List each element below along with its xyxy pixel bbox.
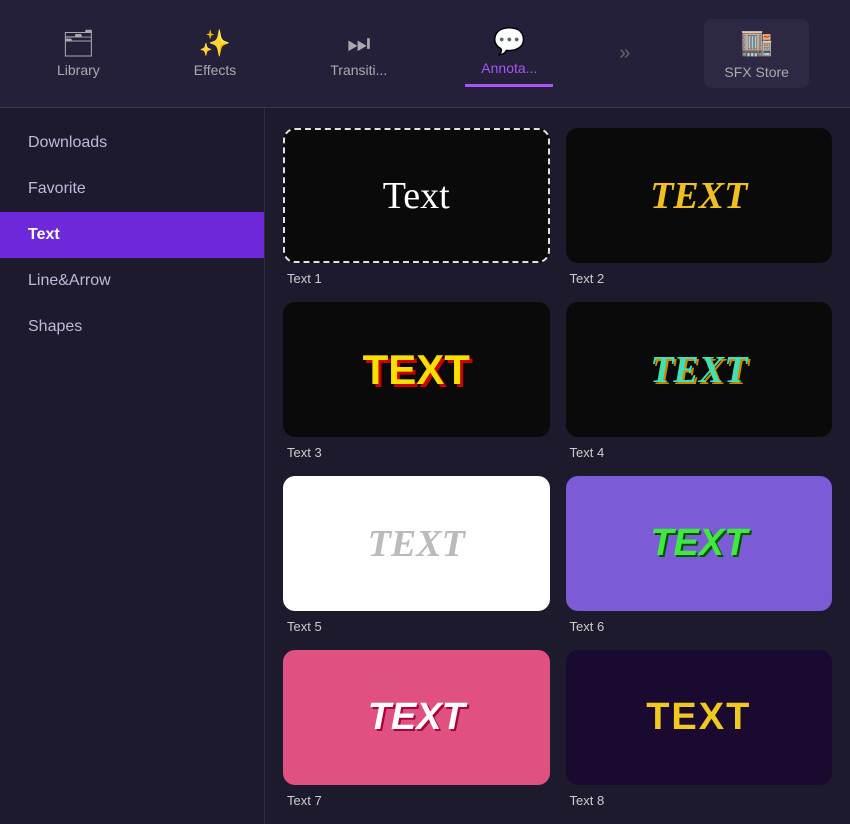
text4-thumbnail: TEXT [566,302,833,437]
text5-preview: TEXT [368,522,465,566]
list-item[interactable]: TEXT Text 6 [566,476,833,634]
sidebar-item-text[interactable]: Text [0,212,264,258]
text8-label: Text 8 [566,793,833,808]
text2-preview: TEXT [650,174,747,218]
text5-thumbnail: TEXT [283,476,550,611]
nav-label-effects: Effects [194,62,237,78]
text4-label: Text 4 [566,445,833,460]
text6-thumbnail: TEXT [566,476,833,611]
annotations-icon: 💬 [493,28,525,54]
nav-item-sfx-store[interactable]: 🏬 SFX Store [704,19,809,88]
text1-label: Text 1 [283,271,550,286]
nav-item-effects[interactable]: ✨ Effects [178,22,253,86]
nav-label-sfx-store: SFX Store [724,64,789,80]
nav-more-button[interactable]: » [615,42,634,65]
text3-thumbnail: TEXT [283,302,550,437]
text7-preview: TEXT [368,696,465,739]
sidebar-item-favorite[interactable]: Favorite [0,166,264,212]
nav-label-library: Library [57,62,100,78]
sfx-store-icon: 🏬 [741,27,773,58]
text3-label: Text 3 [283,445,550,460]
nav-label-transitions: Transiti... [330,62,387,78]
transitions-icon: ⏭ [347,30,370,56]
nav-item-library[interactable]: 🗂 Library [41,22,116,86]
text4-preview: TEXT [650,348,747,392]
nav-item-transitions[interactable]: ⏭ Transiti... [314,22,403,86]
top-nav: 🗂 Library ✨ Effects ⏭ Transiti... 💬 Anno… [0,0,850,108]
content-area: Text Text 1 TEXT Text 2 TEXT Text 3 [265,108,850,824]
list-item[interactable]: TEXT Text 4 [566,302,833,460]
sidebar-item-line-arrow[interactable]: Line&Arrow [0,258,264,304]
sidebar-item-downloads[interactable]: Downloads [0,120,264,166]
list-item[interactable]: TEXT Text 7 [283,650,550,808]
sidebar: Downloads Favorite Text Line&Arrow Shape… [0,108,265,824]
text3-preview: TEXT [363,346,470,394]
list-item[interactable]: TEXT Text 3 [283,302,550,460]
text6-label: Text 6 [566,619,833,634]
list-item[interactable]: Text Text 1 [283,128,550,286]
library-icon: 🗂 [62,30,95,56]
text1-preview: Text [383,174,450,218]
text5-label: Text 5 [283,619,550,634]
text1-thumbnail: Text [283,128,550,263]
text2-thumbnail: TEXT [566,128,833,263]
text7-thumbnail: TEXT [283,650,550,785]
list-item[interactable]: TEXT Text 2 [566,128,833,286]
text2-label: Text 2 [566,271,833,286]
nav-items: 🗂 Library ✨ Effects ⏭ Transiti... 💬 Anno… [10,19,840,88]
text7-label: Text 7 [283,793,550,808]
nav-label-annotations: Annota... [481,60,537,76]
main-layout: Downloads Favorite Text Line&Arrow Shape… [0,108,850,824]
sidebar-item-shapes[interactable]: Shapes [0,304,264,350]
text8-thumbnail: TEXT [566,650,833,785]
list-item[interactable]: TEXT Text 8 [566,650,833,808]
nav-item-annotations[interactable]: 💬 Annota... [465,20,553,87]
text8-preview: TEXT [646,696,751,739]
effects-icon: ✨ [199,30,231,56]
list-item[interactable]: TEXT Text 5 [283,476,550,634]
text-styles-grid: Text Text 1 TEXT Text 2 TEXT Text 3 [283,128,832,808]
text6-preview: TEXT [650,522,747,565]
